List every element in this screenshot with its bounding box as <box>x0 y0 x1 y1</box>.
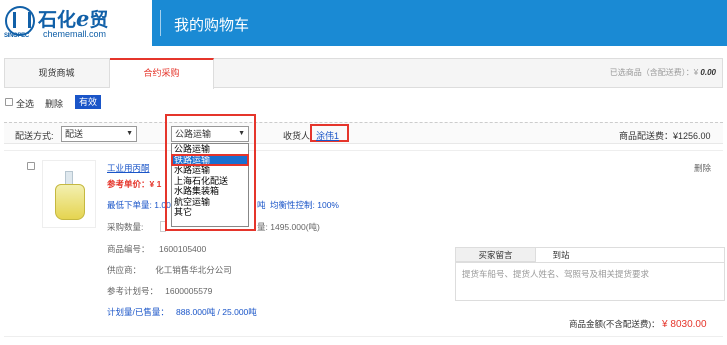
plan-number: 参考计划号： 1600005579 <box>107 286 213 296</box>
select-all-label[interactable]: 全选 <box>16 97 34 110</box>
chevron-down-icon: ▼ <box>126 130 133 137</box>
delivery-method-select[interactable]: 配送 ▼ <box>61 126 137 142</box>
transport-option-selected[interactable]: 铁路运输 <box>171 153 249 166</box>
logo[interactable]: SINOPEC 石化e贸 chememall.com <box>0 0 152 46</box>
site-header: SINOPEC 石化e贸 chememall.com 我的购物车 <box>0 0 727 46</box>
logo-url: chememall.com <box>43 29 107 39</box>
select-all-checkbox[interactable] <box>5 98 13 108</box>
delivery-fee: 商品配送费：¥1256.00 <box>619 131 711 141</box>
message-panel: 买家留言 到站 提货车船号、提货人姓名、驾照号及相关提货要求 <box>455 247 725 301</box>
product-code: 商品编号： 1600105400 <box>107 244 207 254</box>
tab-spot-mall[interactable]: 现货商城 <box>4 58 110 88</box>
transport-option[interactable]: 航空运输 <box>172 197 248 208</box>
ref-price: 参考单价：¥ 1 <box>107 179 162 189</box>
item-amount: 商品金额(不含配送费)： ¥ 8030.00 <box>569 319 707 330</box>
tab-arrival-station[interactable]: 到站 <box>536 248 586 262</box>
transport-option[interactable]: 水路运输 <box>172 165 248 176</box>
page-title: 我的购物车 <box>174 17 250 34</box>
receiver-label: 收货人: <box>283 131 313 141</box>
purchase-qty-label: 采购数量: <box>107 222 144 232</box>
transport-option[interactable]: 上海石化配送 <box>172 176 248 187</box>
balance-control: 均衡性控制: 100% <box>270 200 339 210</box>
transport-dropdown-list: 公路运输 铁路运输 水路运输 上海石化配送 水路集装箱 航空运输 其它 <box>171 143 249 227</box>
delivery-method-label: 配送方式: <box>15 131 54 141</box>
receiver-link[interactable]: 涂伟1 <box>316 129 339 142</box>
min-order-unit: 吨 <box>257 200 266 210</box>
product-image[interactable] <box>42 160 96 228</box>
bottle-neck-shape <box>65 171 73 185</box>
plan-sold-qty: 计划量/已售量： 888.000吨 / 25.000吨 <box>107 307 257 317</box>
tab-contract-purchase[interactable]: 合约采购 <box>110 58 214 89</box>
tab-buyer-message[interactable]: 买家留言 <box>456 248 536 262</box>
sinopec-logo-icon <box>5 6 35 36</box>
product-name[interactable]: 工业用丙酮 <box>107 162 150 174</box>
transport-option[interactable]: 公路运输 <box>172 144 248 155</box>
selected-summary: 已选商品（含配送费）：¥ 0.00 <box>609 68 716 77</box>
logo-title: 石化e贸 <box>38 6 109 31</box>
supplier: 供应商： 化工销售华北分公司 <box>107 265 232 275</box>
min-order: 最低下单量: 1.00 <box>107 200 171 210</box>
delete-selected-button[interactable]: 删除 <box>45 97 63 110</box>
logo-sub: SINOPEC <box>4 33 29 39</box>
tab-bar: 现货商城 合约采购 已选商品（含配送费）：¥ 0.00 <box>4 58 723 89</box>
item-delete-button[interactable]: 删除 <box>694 162 711 174</box>
item-bottom-divider <box>4 336 723 337</box>
header-divider <box>160 10 161 36</box>
transport-option[interactable]: 其它 <box>172 207 248 218</box>
bottle-body-shape <box>55 184 85 220</box>
valid-filter-badge[interactable]: 有效 <box>75 95 101 109</box>
item-checkbox[interactable] <box>27 162 35 172</box>
available-qty: 量: 1495.000(吨) <box>257 222 320 232</box>
buyer-message-input[interactable]: 提货车船号、提货人姓名、驾照号及相关提货要求 <box>456 262 724 300</box>
item-divider <box>4 150 723 151</box>
transport-option[interactable]: 水路集装箱 <box>172 186 248 197</box>
